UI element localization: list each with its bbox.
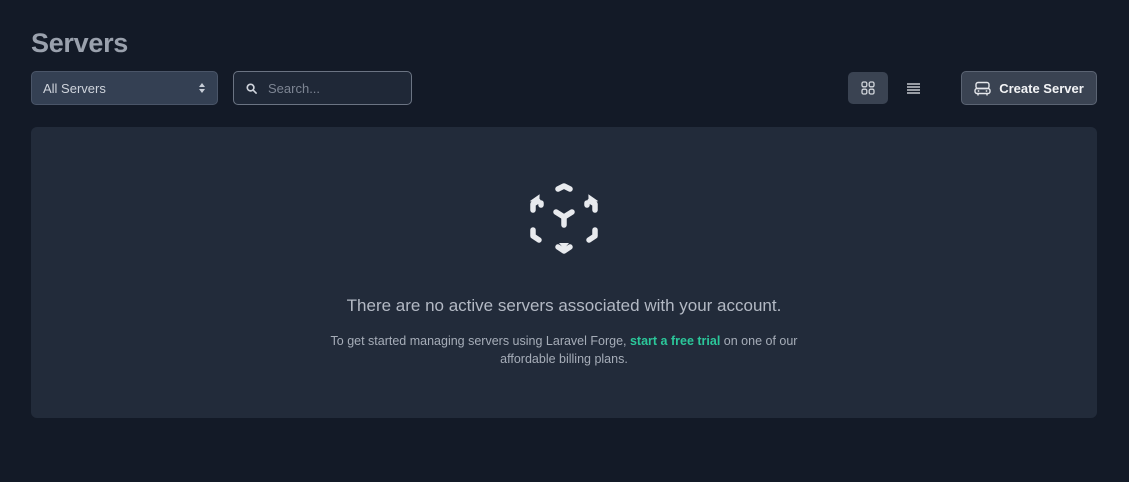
list-view-button[interactable] — [893, 72, 933, 104]
search-input[interactable] — [268, 80, 398, 96]
start-free-trial-link[interactable]: start a free trial — [630, 334, 720, 348]
grid-view-icon — [861, 81, 875, 95]
server-filter-value: All Servers — [43, 80, 106, 96]
server-filter-select[interactable]: All Servers — [31, 71, 218, 105]
search-field[interactable] — [233, 71, 412, 105]
servers-page: Servers All Servers Search... Create Ser… — [0, 0, 1129, 482]
create-server-label: Create Server — [999, 80, 1084, 96]
empty-state-description: To get started managing servers using La… — [321, 332, 807, 368]
chevron-updown-icon — [199, 83, 205, 93]
server-icon — [974, 81, 991, 95]
empty-state-title: There are no active servers associated w… — [346, 296, 782, 315]
toolbar: All Servers Search... Create Server — [31, 71, 1097, 105]
list-view-icon — [906, 82, 920, 94]
create-server-button[interactable]: Create Server — [961, 71, 1097, 105]
grid-view-button[interactable] — [848, 72, 888, 104]
empty-state-text-before: To get started managing servers using La… — [330, 334, 630, 348]
search-icon — [246, 82, 257, 94]
empty-state-panel: There are no active servers associated w… — [31, 127, 1097, 418]
cube-icon — [529, 183, 599, 254]
page-title: Servers — [31, 28, 128, 58]
